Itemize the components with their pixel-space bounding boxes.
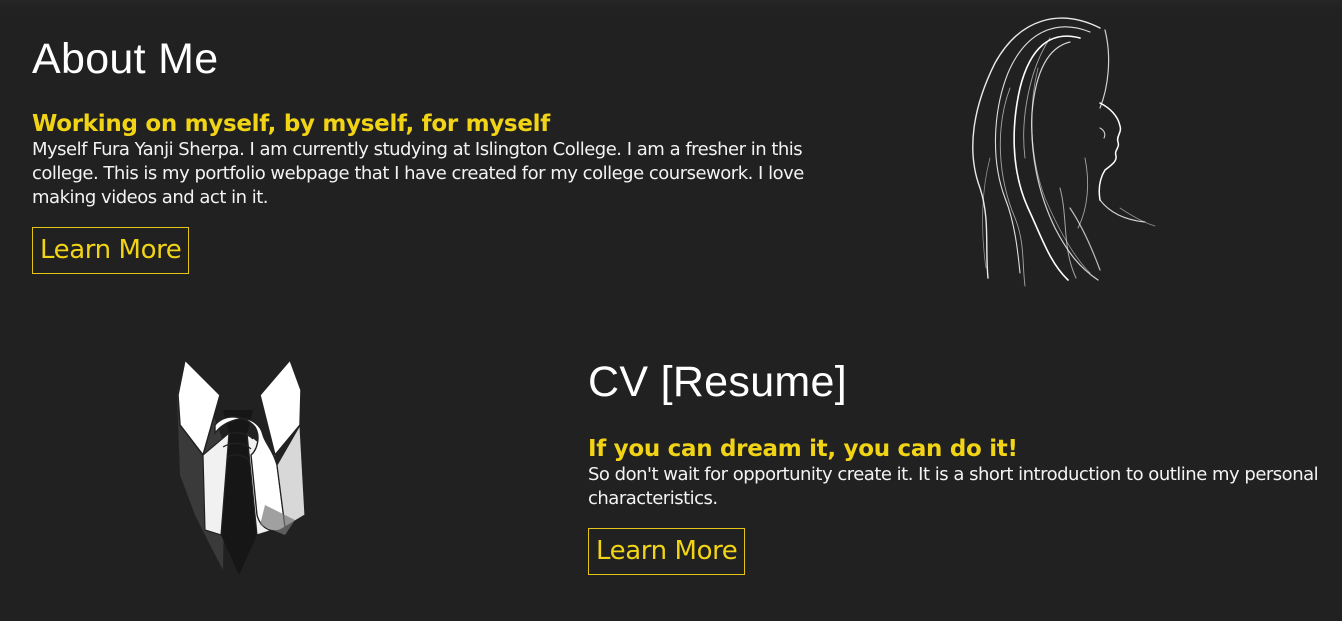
cv-section: CV [Resume] If you can dream it, you can… [588,353,1328,575]
about-tagline: Working on myself, by myself, for myself [32,111,550,137]
about-body: Myself Fura Yanji Sherpa. I am currently… [32,139,804,208]
about-learn-more-button[interactable]: Learn More [32,227,190,274]
cv-heading: CV [Resume] [588,358,847,406]
suit-tie-illustration [165,355,315,580]
woman-profile-sketch [950,8,1170,293]
cv-body: So don't wait for opportunity create it.… [588,464,1319,509]
about-section: About Me Working on myself, by myself, f… [32,30,812,274]
about-heading: About Me [32,35,219,83]
cv-learn-more-button[interactable]: Learn More [588,528,746,575]
cv-tagline: If you can dream it, you can do it! [588,436,1018,462]
